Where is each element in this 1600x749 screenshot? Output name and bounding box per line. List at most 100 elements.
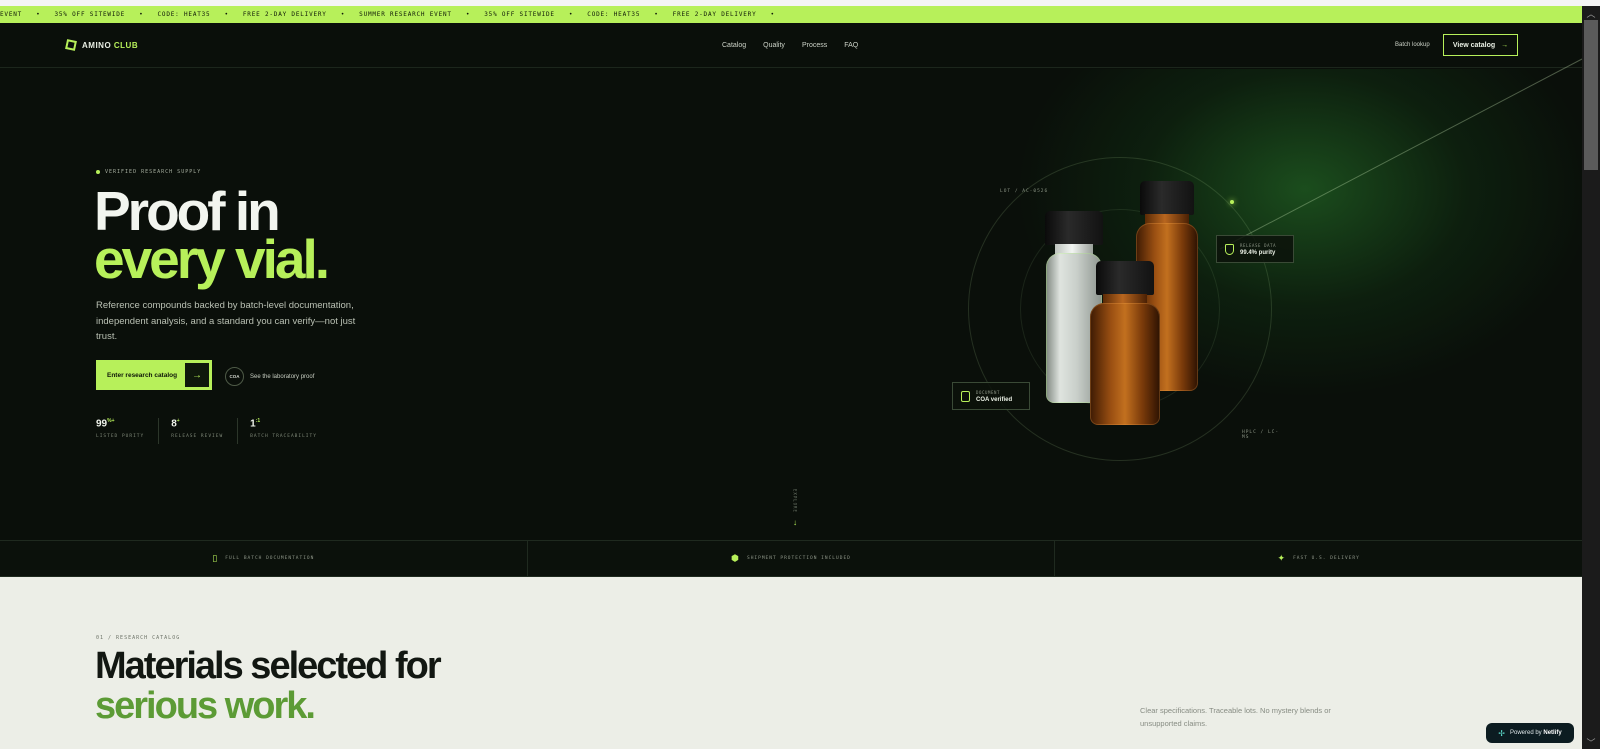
stat-suffix: %+	[107, 418, 115, 424]
hero-section: VERIFIED RESEARCH SUPPLY Proof in every …	[0, 58, 1582, 540]
shield-check-icon	[1225, 243, 1234, 255]
feature-item: ▯ FULL BATCH DOCUMENTATION	[0, 541, 528, 576]
catalog-section: 01 / RESEARCH CATALOG Materials selected…	[0, 577, 1582, 749]
view-catalog-label: View catalog	[1452, 41, 1496, 49]
hero-eyebrow: VERIFIED RESEARCH SUPPLY	[96, 169, 201, 175]
announcement-separator: •	[770, 11, 775, 18]
announcement-separator: •	[340, 11, 346, 18]
hero-description: Reference compounds backed by batch-leve…	[96, 300, 356, 342]
announcement-item: 35% OFF SITEWIDE	[54, 11, 126, 18]
vial-cap	[1096, 261, 1154, 295]
announcement-item: SUMMER RESEARCH EVENT	[359, 11, 452, 18]
enter-catalog-label: Enter research catalog	[107, 371, 178, 379]
coa-badge: COA	[225, 367, 244, 386]
netlify-brand: Netlify	[1543, 730, 1562, 736]
arrow-right-icon: →	[185, 363, 209, 387]
release-data-text: RELEASE DATA 99.4% purity	[1240, 243, 1276, 256]
announcement-item: CODE: HEAT35	[587, 11, 641, 18]
nav-link-faq[interactable]: FAQ	[844, 42, 858, 49]
scroll-up-icon[interactable]: ︿	[1582, 6, 1600, 20]
glow-dot-icon	[1230, 200, 1234, 204]
batch-lookup-link[interactable]: Batch lookup	[1395, 42, 1430, 48]
page: EVENT • 35% OFF SITEWIDE • CODE: HEAT35 …	[0, 6, 1582, 749]
feature-item: ✦ FAST U.S. DELIVERY	[1055, 541, 1582, 576]
document-text: DOCUMENT COA verified	[976, 390, 1012, 403]
feature-label: SHIPMENT PROTECTION INCLUDED	[747, 556, 851, 561]
feature-strip: ▯ FULL BATCH DOCUMENTATION ⬢ SHIPMENT PR…	[0, 540, 1582, 577]
vial-scene: LOT / AC-0526 HPLC / LC-MS RELEASE DATA …	[950, 149, 1294, 469]
announcement-separator: •	[36, 11, 41, 18]
netlify-logo-icon: ✢	[1498, 728, 1505, 738]
announcement-bar: EVENT • 35% OFF SITEWIDE • CODE: HEAT35 …	[0, 6, 1582, 23]
laboratory-proof-link[interactable]: COA See the laboratory proof	[225, 367, 314, 386]
nav-links: Catalog Quality Process FAQ	[722, 42, 858, 49]
vial-cap	[1045, 211, 1103, 245]
catalog-headline-line2: serious work.	[95, 685, 316, 727]
enter-catalog-button[interactable]: Enter research catalog →	[96, 360, 212, 390]
stat-number: 99	[96, 418, 108, 430]
document-icon	[961, 390, 970, 402]
hero-stats: 99%+ LISTED PURITY 8+ RELEASE REVIEW 1:1…	[96, 418, 343, 444]
netlify-badge-text: Powered by Netlify	[1510, 730, 1562, 736]
stat-item: 99%+ LISTED PURITY	[96, 418, 160, 444]
nav-link-catalog[interactable]: Catalog	[722, 42, 746, 49]
catalog-description: Clear specifications. Traceable lots. No…	[1140, 706, 1331, 728]
announcement-item: 35% OFF SITEWIDE	[484, 11, 555, 18]
nav-link-process[interactable]: Process	[802, 42, 827, 49]
arrow-right-icon: →	[1501, 41, 1509, 49]
vial-cap	[1140, 181, 1194, 215]
logo-text-accent: CLUB	[113, 40, 139, 50]
announcement-item: FREE 2-DAY DELIVERY	[242, 11, 327, 18]
stat-label: LISTED PURITY	[96, 434, 145, 440]
vial-body	[1090, 303, 1160, 425]
announcement-separator: •	[139, 11, 144, 18]
stat-label: BATCH TRACEABILITY	[250, 434, 317, 440]
announcement-separator: •	[224, 11, 229, 18]
status-dot-icon	[96, 170, 100, 174]
netlify-badge[interactable]: ✢ Powered by Netlify	[1486, 723, 1574, 743]
scroll-hint-label: EXPLORE	[792, 489, 798, 513]
logo-mark-icon	[65, 39, 77, 51]
announcement-item: CODE: HEAT35	[157, 11, 211, 18]
nav-link-quality[interactable]: Quality	[763, 42, 785, 49]
feature-label: FULL BATCH DOCUMENTATION	[225, 556, 315, 561]
announcement-item: FREE 2-DAY DELIVERY	[672, 11, 757, 18]
catalog-headline-line1: Materials selected for	[95, 645, 442, 687]
sparkle-icon: ✦	[1277, 553, 1286, 563]
stat-value: 8+	[171, 418, 223, 429]
stat-item: 1:1 BATCH TRACEABILITY	[250, 418, 331, 444]
hero-eyebrow-text: VERIFIED RESEARCH SUPPLY	[105, 169, 202, 175]
release-data-value: 99.4% purity	[1240, 249, 1276, 256]
lot-label: LOT / AC-0526	[1000, 189, 1049, 194]
hero-headline-line2: every vial.	[94, 228, 330, 290]
amber-vial-short	[1090, 261, 1160, 431]
document-value: COA verified	[976, 396, 1013, 403]
logo-text-main: AMINO	[82, 40, 114, 50]
method-label: HPLC / LC-MS	[1242, 430, 1280, 440]
feature-label: FAST U.S. DELIVERY	[1293, 556, 1360, 561]
stat-suffix: +	[176, 418, 180, 424]
announcement-separator: •	[654, 11, 659, 18]
laboratory-proof-label: See the laboratory proof	[250, 373, 315, 380]
stat-value: 1:1	[250, 418, 317, 429]
scroll-down-icon[interactable]: ﹀	[1582, 735, 1600, 749]
stat-label: RELEASE REVIEW	[171, 434, 224, 440]
scroll-hint[interactable]: EXPLORE ↓	[790, 489, 800, 527]
stat-value: 99%+	[96, 418, 144, 429]
document-icon: ▯	[212, 553, 218, 563]
feature-item: ⬢ SHIPMENT PROTECTION INCLUDED	[528, 541, 1056, 576]
release-data-label: RELEASE DATA	[1240, 242, 1277, 248]
stat-item: 8+ RELEASE REVIEW	[171, 418, 239, 444]
logo[interactable]: AMINO CLUB	[65, 39, 139, 51]
release-data-callout: RELEASE DATA 99.4% purity	[1216, 235, 1294, 263]
page-scrollbar[interactable]: ︿ ﹀	[1582, 6, 1600, 749]
box-icon: ⬢	[731, 553, 739, 563]
arrow-down-icon: ↓	[793, 517, 797, 527]
announcement-item: EVENT	[0, 11, 23, 18]
scrollbar-thumb[interactable]	[1584, 20, 1598, 170]
announcement-separator: •	[465, 11, 471, 18]
netlify-prefix: Powered by	[1510, 730, 1544, 736]
announcement-separator: •	[568, 11, 574, 18]
document-callout: DOCUMENT COA verified	[952, 382, 1030, 410]
document-label: DOCUMENT	[976, 389, 1001, 395]
